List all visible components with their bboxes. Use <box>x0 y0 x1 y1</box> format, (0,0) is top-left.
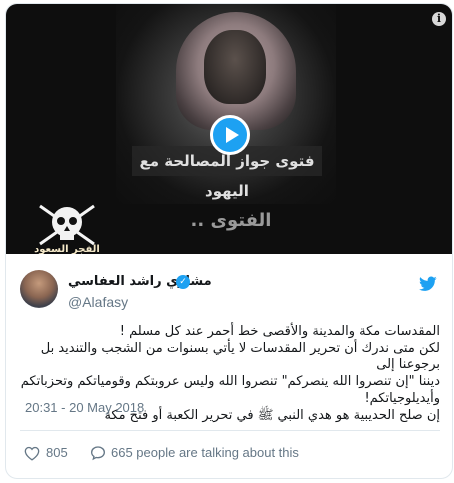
author-display-name[interactable]: مشاري راشد العفاسي <box>68 274 212 289</box>
video-player[interactable]: فتوى جواز المصالحة مع اليهود الفتوى .. ا… <box>6 4 452 254</box>
play-icon <box>226 127 239 143</box>
tweet-card: فتوى جواز المصالحة مع اليهود الفتوى .. ا… <box>5 3 453 479</box>
play-button[interactable] <box>210 115 250 155</box>
avatar[interactable] <box>20 270 58 308</box>
twitter-bird-icon[interactable] <box>419 276 437 292</box>
heart-icon[interactable] <box>24 446 40 461</box>
info-icon[interactable]: i <box>432 12 446 26</box>
divider <box>20 430 440 431</box>
logo-text: الفجر السعود <box>34 244 100 254</box>
verified-badge-icon: ✓ <box>176 275 190 289</box>
tweet-actions: 805 665 people are talking about this <box>20 444 440 464</box>
video-person-face <box>204 30 266 104</box>
tweet-line: ديننا "إن تنصروا الله ينصركم" تنصروا الل… <box>20 374 440 389</box>
author-handle[interactable]: @Alafasy <box>68 294 128 310</box>
tweet-timestamp[interactable]: 20:31 - 20 May 2018 <box>25 400 144 415</box>
tweet-line: لكن متى ندرك أن تحرير المقدسات لا يأتي ب… <box>40 341 440 372</box>
speech-bubble-icon[interactable] <box>90 445 106 461</box>
tweet-line: المقدسات مكة والمدينة والأقصى خط أحمر عن… <box>119 324 440 339</box>
talking-about-link[interactable]: 665 people are talking about this <box>111 445 299 460</box>
video-overlay-label: الفتوى .. <box>190 210 272 231</box>
like-count[interactable]: 805 <box>46 445 68 460</box>
tweet-author: مشاري راشد العفاسي ✓ @Alafasy <box>6 266 452 316</box>
